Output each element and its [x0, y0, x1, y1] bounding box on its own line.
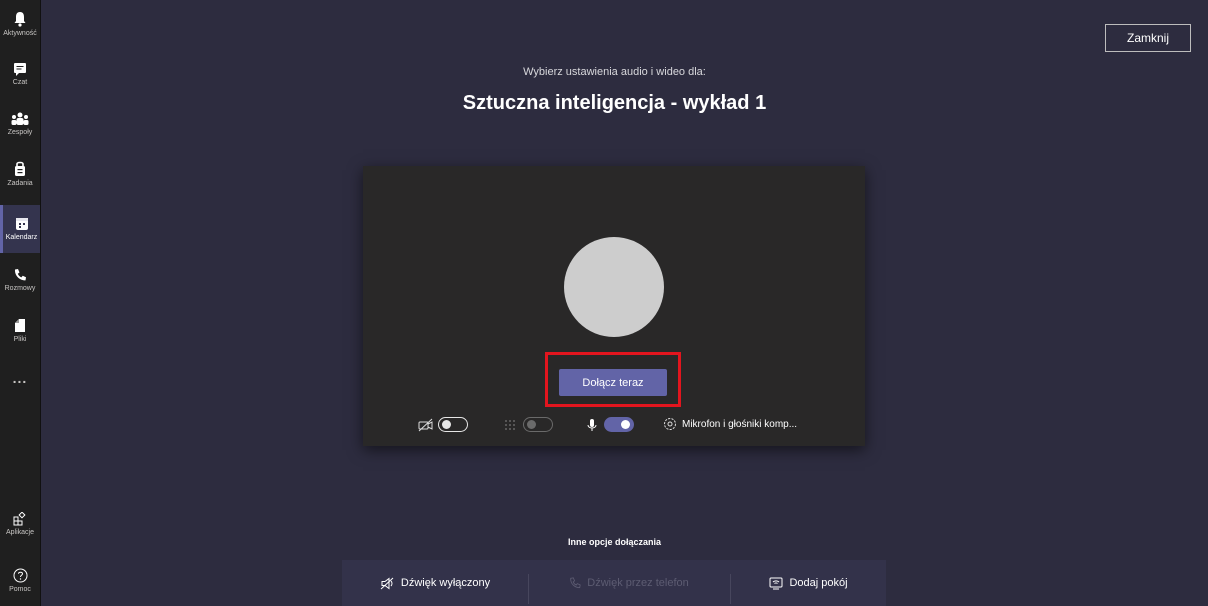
- phone-audio-option[interactable]: Dźwięk przez telefon: [529, 560, 729, 606]
- blur-control: [503, 417, 553, 432]
- toggle-knob: [621, 420, 630, 429]
- rail-label-chat: Czat: [12, 79, 28, 86]
- phone-audio-label: Dźwięk przez telefon: [587, 577, 689, 589]
- more-icon: ...: [12, 370, 28, 386]
- microphone-icon: [587, 418, 597, 431]
- join-now-button[interactable]: Dołącz teraz: [559, 369, 667, 396]
- video-preview: Dołącz teraz Mikrofon i głośniki komp...: [363, 166, 865, 446]
- rail-item-files[interactable]: Pliki: [0, 306, 40, 354]
- device-settings[interactable]: Mikrofon i głośniki komp...: [663, 417, 797, 431]
- audio-off-label: Dźwięk wyłączony: [400, 577, 491, 589]
- rail-label-assignments: Zadania: [7, 180, 33, 187]
- other-options-bar: Dźwięk wyłączony Dźwięk przez telefon Do…: [342, 560, 886, 606]
- device-label: Mikrofon i głośniki komp...: [682, 418, 798, 430]
- phone-icon: [570, 577, 581, 589]
- other-options-title: Inne opcje dołączania: [567, 537, 662, 547]
- rail-item-activity[interactable]: Aktywność: [0, 0, 40, 48]
- cast-room-icon: [769, 577, 783, 589]
- camera-control: [418, 417, 468, 432]
- bell-icon: [14, 12, 26, 27]
- rail-label-activity: Aktywność: [3, 30, 37, 37]
- rail-label-help: Pomoc: [9, 585, 31, 593]
- device-controls: Mikrofon i głośniki komp...: [363, 417, 865, 441]
- app-rail: Aktywność Czat Zespoły Zadania Kalendarz…: [0, 0, 41, 606]
- rail-label-files: Pliki: [13, 335, 27, 343]
- rail-item-calendar[interactable]: Kalendarz: [0, 205, 40, 253]
- background-blur-icon: [505, 419, 515, 430]
- calendar-icon: [15, 218, 28, 230]
- gear-icon: [664, 418, 676, 430]
- prejoin-subtitle: Wybierz ustawienia audio i wideo dla:: [523, 66, 706, 78]
- toggle-knob: [442, 420, 451, 429]
- rail-item-assignments[interactable]: Zadania: [0, 150, 40, 198]
- help-icon: [13, 568, 27, 582]
- mic-toggle[interactable]: [604, 417, 634, 432]
- camera-off-icon: [418, 418, 433, 431]
- speaker-off-icon: [380, 577, 394, 589]
- more-apps-button[interactable]: ...: [0, 354, 40, 402]
- toggle-knob: [527, 420, 536, 429]
- rail-item-help[interactable]: Pomoc: [0, 556, 40, 604]
- file-icon: [15, 318, 25, 332]
- assignments-icon: [15, 161, 25, 176]
- rail-label-teams: Zespoły: [7, 129, 33, 136]
- audio-off-option[interactable]: Dźwięk wyłączony: [342, 560, 528, 606]
- apps-icon: [13, 512, 26, 526]
- close-button[interactable]: Zamknij: [1105, 24, 1191, 52]
- add-room-label: Dodaj pokój: [789, 577, 848, 589]
- rail-item-calls[interactable]: Rozmowy: [0, 256, 40, 304]
- avatar: [564, 237, 664, 337]
- meeting-title: Sztuczna inteligencja - wykład 1: [462, 92, 767, 114]
- rail-label-calendar: Kalendarz: [5, 234, 38, 241]
- rail-label-calls: Rozmowy: [4, 285, 36, 292]
- add-room-option[interactable]: Dodaj pokój: [731, 560, 886, 606]
- phone-icon: [14, 269, 26, 281]
- mic-control: [586, 417, 634, 432]
- blur-toggle[interactable]: [523, 417, 553, 432]
- rail-label-apps: Aplikacje: [5, 529, 34, 536]
- camera-toggle[interactable]: [438, 417, 468, 432]
